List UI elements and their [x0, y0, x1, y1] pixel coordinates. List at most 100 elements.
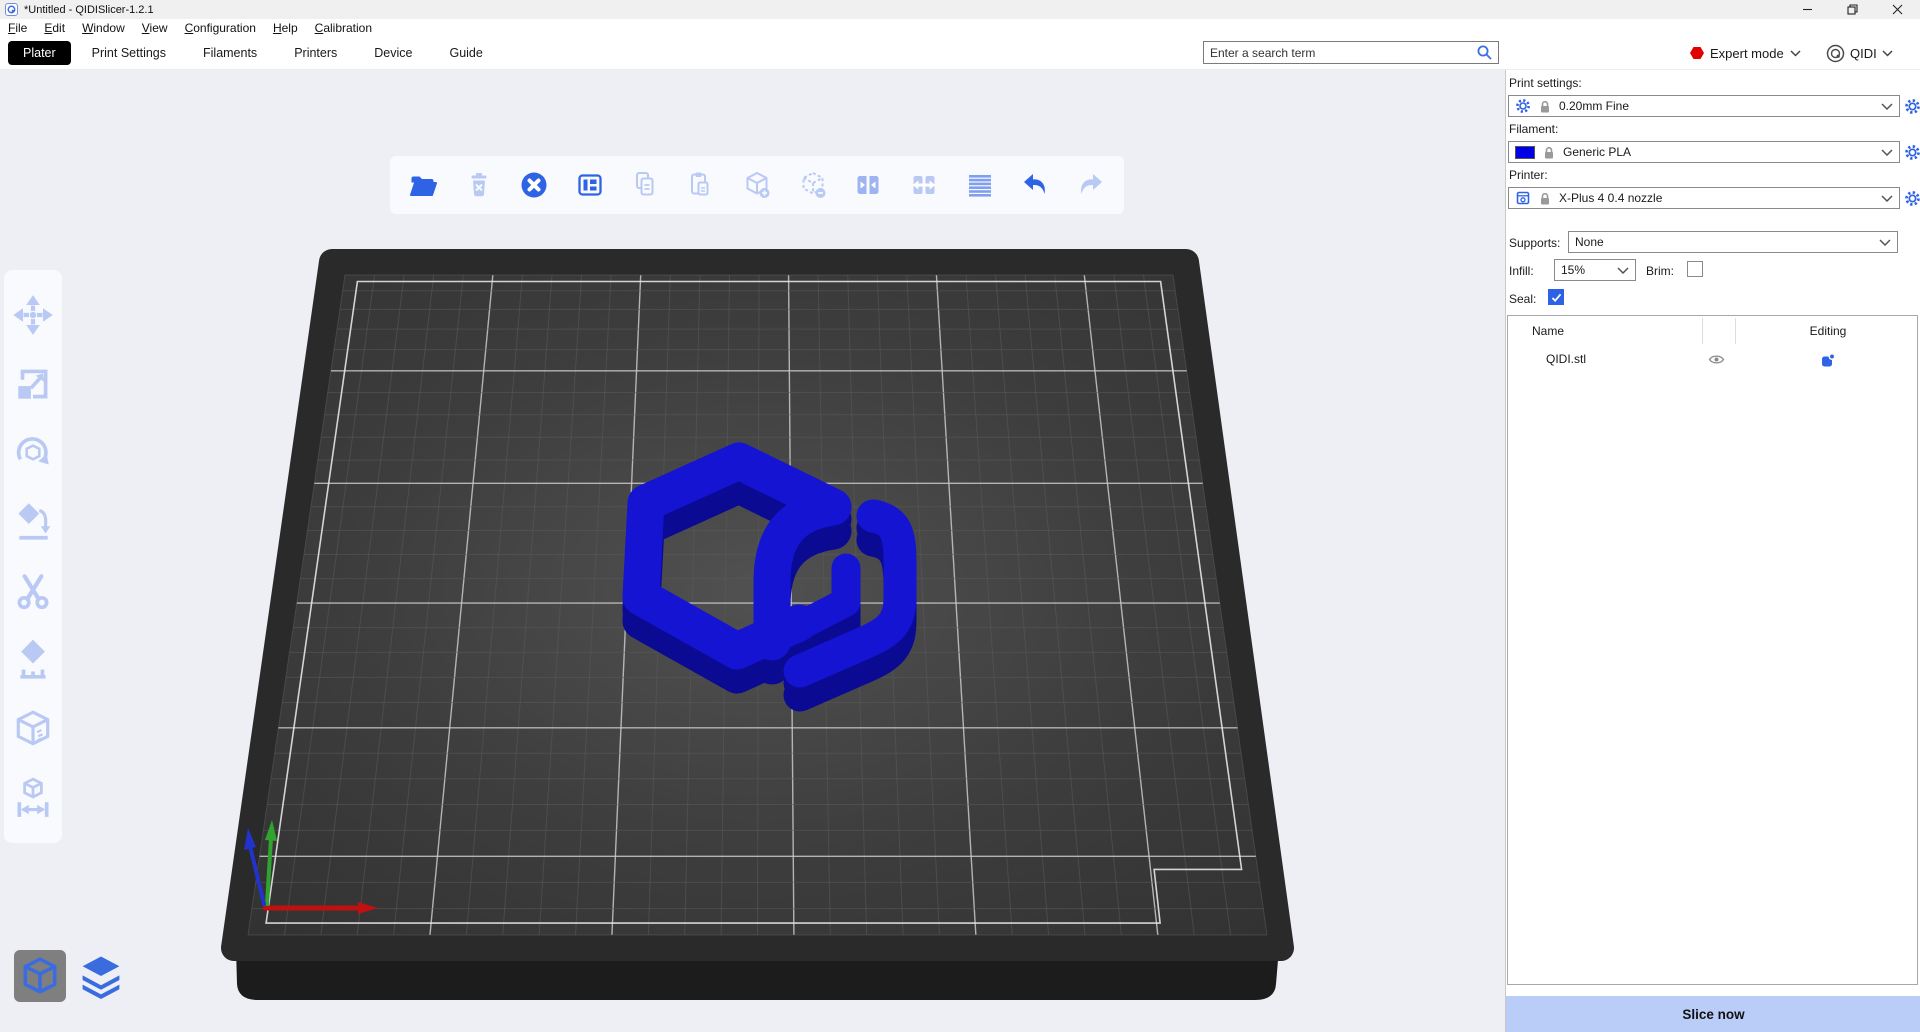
viewport-3d	[0, 70, 1505, 1032]
printer-label: Printer:	[1509, 168, 1548, 182]
object-name: QIDI.stl	[1546, 352, 1586, 366]
chevron-down-icon	[1790, 50, 1801, 57]
copy-button[interactable]	[629, 168, 663, 202]
paste-button[interactable]	[684, 168, 718, 202]
window-title: *Untitled - QIDISlicer-1.2.1	[24, 4, 154, 16]
title-bar: *Untitled - QIDISlicer-1.2.1	[0, 0, 1920, 19]
infill-value: 15%	[1561, 263, 1611, 277]
object-list-header: Name Editing	[1508, 316, 1917, 346]
seal-checkbox[interactable]	[1548, 289, 1564, 305]
column-editing: Editing	[1793, 324, 1863, 338]
undo-button[interactable]	[1018, 168, 1052, 202]
printer-combo[interactable]: X-Plus 4 0.4 nozzle	[1508, 187, 1900, 209]
menu-help[interactable]: Help	[273, 21, 298, 35]
close-button[interactable]	[1875, 0, 1920, 19]
editor-3d-view-button[interactable]	[14, 950, 66, 1002]
expert-mode-icon	[1690, 46, 1704, 60]
split-objects-button[interactable]	[851, 168, 885, 202]
chevron-down-icon	[1881, 103, 1893, 110]
chevron-down-icon	[1879, 239, 1891, 246]
chevron-down-icon	[1881, 195, 1893, 202]
arrange-button[interactable]	[573, 168, 607, 202]
printer-gear-button[interactable]	[1904, 190, 1920, 207]
move-tool-button[interactable]	[11, 293, 55, 337]
measure-tool-button[interactable]	[11, 776, 55, 820]
lock-icon	[1541, 145, 1557, 160]
supports-value: None	[1575, 235, 1873, 249]
account-menu[interactable]: QIDI	[1826, 40, 1893, 66]
tab-device[interactable]: Device	[374, 46, 412, 60]
add-instance-button[interactable]	[740, 168, 774, 202]
printer-icon	[1515, 190, 1531, 206]
tab-print-settings[interactable]: Print Settings	[92, 46, 166, 60]
split-parts-button[interactable]	[907, 168, 941, 202]
printer-value: X-Plus 4 0.4 nozzle	[1559, 191, 1875, 205]
place-on-face-tool-button[interactable]	[11, 500, 55, 544]
settings-panel: Print settings: 0.20mm Fine Filament: Ge…	[1505, 70, 1920, 1032]
chevron-down-icon	[1882, 50, 1893, 57]
object-row[interactable]: QIDI.stl	[1508, 346, 1917, 374]
tab-printers[interactable]: Printers	[294, 46, 337, 60]
rotate-tool-button[interactable]	[11, 431, 55, 475]
scale-tool-button[interactable]	[11, 362, 55, 406]
preview-layers-view-button[interactable]	[76, 950, 126, 1002]
seal-label: Seal:	[1509, 292, 1536, 306]
qidi-logo-icon	[1826, 44, 1845, 63]
restore-button[interactable]	[1830, 0, 1875, 19]
app-icon	[5, 3, 18, 16]
supports-label: Supports:	[1509, 236, 1560, 250]
mode-label: Expert mode	[1710, 46, 1784, 61]
menu-view[interactable]: View	[142, 21, 168, 35]
menu-file[interactable]: File	[8, 21, 27, 35]
brim-checkbox[interactable]	[1687, 261, 1703, 277]
search-input[interactable]	[1204, 46, 1476, 60]
filament-label: Filament:	[1509, 122, 1558, 136]
minimize-button[interactable]	[1785, 0, 1830, 19]
visibility-eye-icon[interactable]	[1708, 353, 1725, 369]
gizmo-toolbar	[4, 270, 62, 843]
infill-combo[interactable]: 15%	[1554, 259, 1636, 281]
fuzzy-skin-tool-button[interactable]	[11, 707, 55, 751]
remove-instance-button[interactable]	[796, 168, 830, 202]
column-name: Name	[1532, 324, 1564, 338]
delete-button[interactable]	[462, 168, 496, 202]
filament-combo[interactable]: Generic PLA	[1508, 141, 1900, 163]
view-toggles	[14, 950, 126, 1002]
tab-guide[interactable]: Guide	[449, 46, 482, 60]
tab-filaments[interactable]: Filaments	[203, 46, 257, 60]
tab-bar: Plater Print Settings Filaments Printers…	[0, 36, 1920, 70]
tab-plater[interactable]: Plater	[8, 41, 71, 65]
chevron-down-icon	[1617, 267, 1629, 274]
lock-icon	[1537, 99, 1553, 114]
infill-label: Infill:	[1509, 264, 1534, 278]
account-label: QIDI	[1850, 46, 1877, 61]
print-settings-gear-button[interactable]	[1904, 98, 1920, 115]
menu-calibration[interactable]: Calibration	[315, 21, 372, 35]
delete-all-button[interactable]	[517, 168, 551, 202]
brim-label: Brim:	[1646, 264, 1674, 278]
paint-supports-tool-button[interactable]	[11, 638, 55, 682]
open-button[interactable]	[406, 168, 440, 202]
print-settings-combo[interactable]: 0.20mm Fine	[1508, 95, 1900, 117]
menu-bar: File Edit Window View Configuration Help…	[0, 19, 1920, 36]
menu-edit[interactable]: Edit	[44, 21, 65, 35]
menu-window[interactable]: Window	[82, 21, 125, 35]
variable-layer-height-button[interactable]	[963, 168, 997, 202]
menu-configuration[interactable]: Configuration	[185, 21, 256, 35]
object-list: Name Editing QIDI.stl	[1507, 315, 1918, 985]
search-icon[interactable]	[1476, 44, 1493, 61]
main-toolbar	[390, 156, 1124, 214]
lock-icon	[1537, 191, 1553, 206]
viewport-3d-canvas[interactable]	[0, 70, 1505, 1032]
edit-object-icon[interactable]	[1820, 352, 1836, 371]
slice-now-button[interactable]: Slice now	[1506, 996, 1920, 1032]
gear-icon	[1515, 98, 1531, 114]
search-box	[1203, 41, 1499, 64]
redo-button[interactable]	[1074, 168, 1108, 202]
filament-gear-button[interactable]	[1904, 144, 1920, 161]
filament-value: Generic PLA	[1563, 145, 1875, 159]
supports-combo[interactable]: None	[1568, 231, 1898, 253]
mode-selector[interactable]: Expert mode	[1690, 40, 1801, 66]
print-settings-label: Print settings:	[1509, 76, 1582, 90]
cut-tool-button[interactable]	[11, 569, 55, 613]
